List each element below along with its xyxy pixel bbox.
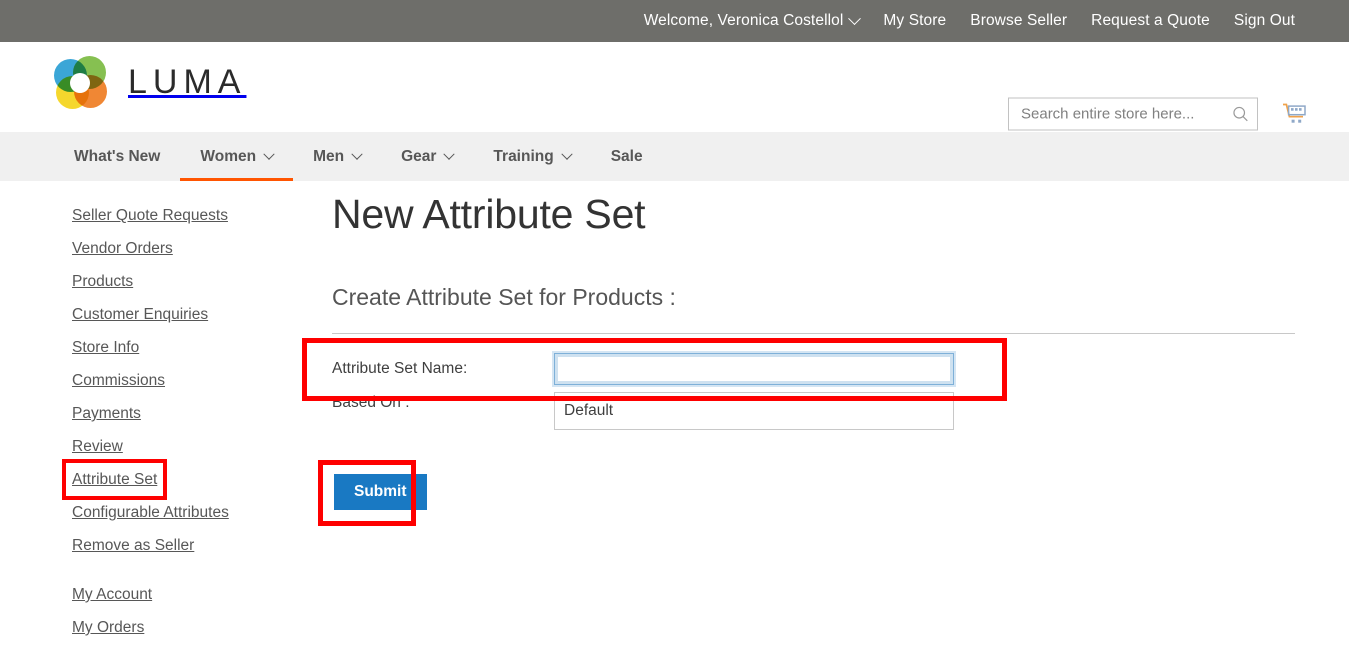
chevron-down-icon [848, 11, 862, 25]
submit-area: Submit [318, 460, 431, 526]
sidebar-item-payments[interactable]: Payments [72, 397, 141, 430]
chevron-down-icon [263, 148, 275, 160]
search-box[interactable] [1008, 97, 1258, 131]
nav-item-women[interactable]: Women [180, 132, 293, 181]
sidebar-item-configurable-attributes[interactable]: Configurable Attributes [72, 496, 229, 529]
nav-item-training[interactable]: Training [473, 132, 590, 181]
nav-item-sale[interactable]: Sale [591, 132, 663, 181]
attribute-set-form: Attribute Set Name: Based On : Default S… [302, 334, 1349, 526]
topbar-link-request-a-quote[interactable]: Request a Quote [1091, 12, 1210, 30]
nav-label: Men [313, 147, 345, 165]
based-on-select[interactable]: Default [554, 392, 954, 430]
chevron-down-icon [561, 148, 573, 160]
search-icon[interactable] [1232, 106, 1249, 123]
nav-label: Training [493, 147, 554, 165]
chevron-down-icon [443, 148, 456, 160]
sidebar-item-commissions[interactable]: Commissions [72, 364, 165, 397]
nav-label: Women [200, 147, 257, 165]
sidebar-item-my-orders[interactable]: My Orders [72, 611, 144, 644]
nav-item-men[interactable]: Men [293, 132, 381, 181]
topbar-link-my-store[interactable]: My Store [883, 12, 946, 30]
based-on-selected-value: Default [564, 402, 614, 419]
welcome-user-menu[interactable]: Welcome, Veronica Costellol [643, 11, 862, 30]
page-body: Seller Quote Requests Vendor Orders Prod… [0, 181, 1349, 644]
attribute-set-name-label: Attribute Set Name: [332, 360, 468, 377]
attribute-set-name-input[interactable] [554, 353, 954, 385]
account-sidebar: Seller Quote Requests Vendor Orders Prod… [0, 187, 262, 644]
nav-label: Sale [610, 147, 643, 165]
sidebar-item-store-info[interactable]: Store Info [72, 331, 139, 364]
page-title: New Attribute Set [332, 191, 646, 237]
sidebar-item-customer-enquiries[interactable]: Customer Enquiries [72, 298, 208, 331]
based-on-label: Based On : [332, 394, 410, 411]
nav-label: Gear [401, 147, 437, 165]
nav-item-gear[interactable]: Gear [381, 132, 473, 181]
form-row-based-on: Based On : Default [332, 390, 1349, 432]
sidebar-item-products[interactable]: Products [72, 265, 133, 298]
site-header: LUMA [0, 42, 1349, 132]
sidebar-divider-gap [72, 562, 262, 578]
top-utility-bar: Welcome, Veronica Costellol My Store Bro… [0, 0, 1349, 42]
main-navigation: What's New Women Men Gear Training Sale [0, 132, 1349, 181]
welcome-user-label: Welcome, Veronica Costellol [643, 12, 844, 29]
nav-label: What's New [74, 147, 161, 165]
site-logo[interactable]: LUMA [54, 56, 247, 109]
header-right-group [1008, 97, 1309, 131]
search-input[interactable] [1019, 104, 1232, 124]
sidebar-item-remove-as-seller[interactable]: Remove as Seller [72, 529, 194, 562]
sidebar-item-my-account[interactable]: My Account [72, 578, 152, 611]
sidebar-item-seller-quote-requests[interactable]: Seller Quote Requests [72, 199, 228, 232]
shopping-cart-icon[interactable] [1281, 100, 1309, 128]
main-content: New Attribute Set Create Attribute Set f… [262, 187, 1349, 644]
sidebar-item-attribute-set[interactable]: Attribute Set [61, 459, 168, 500]
nav-item-whats-new[interactable]: What's New [54, 132, 180, 181]
chevron-down-icon [351, 148, 363, 160]
form-row-attribute-set-name: Attribute Set Name: [332, 348, 1349, 390]
sidebar-item-vendor-orders[interactable]: Vendor Orders [72, 232, 173, 265]
topbar-link-browse-seller[interactable]: Browse Seller [970, 12, 1067, 30]
submit-button[interactable]: Submit [334, 474, 427, 510]
topbar-link-sign-out[interactable]: Sign Out [1234, 12, 1295, 30]
sidebar-item-review[interactable]: Review [72, 430, 123, 463]
logo-wordmark: LUMA [128, 62, 247, 101]
section-subtitle: Create Attribute Set for Products : [332, 284, 676, 310]
luma-flower-logo-icon [54, 56, 107, 109]
